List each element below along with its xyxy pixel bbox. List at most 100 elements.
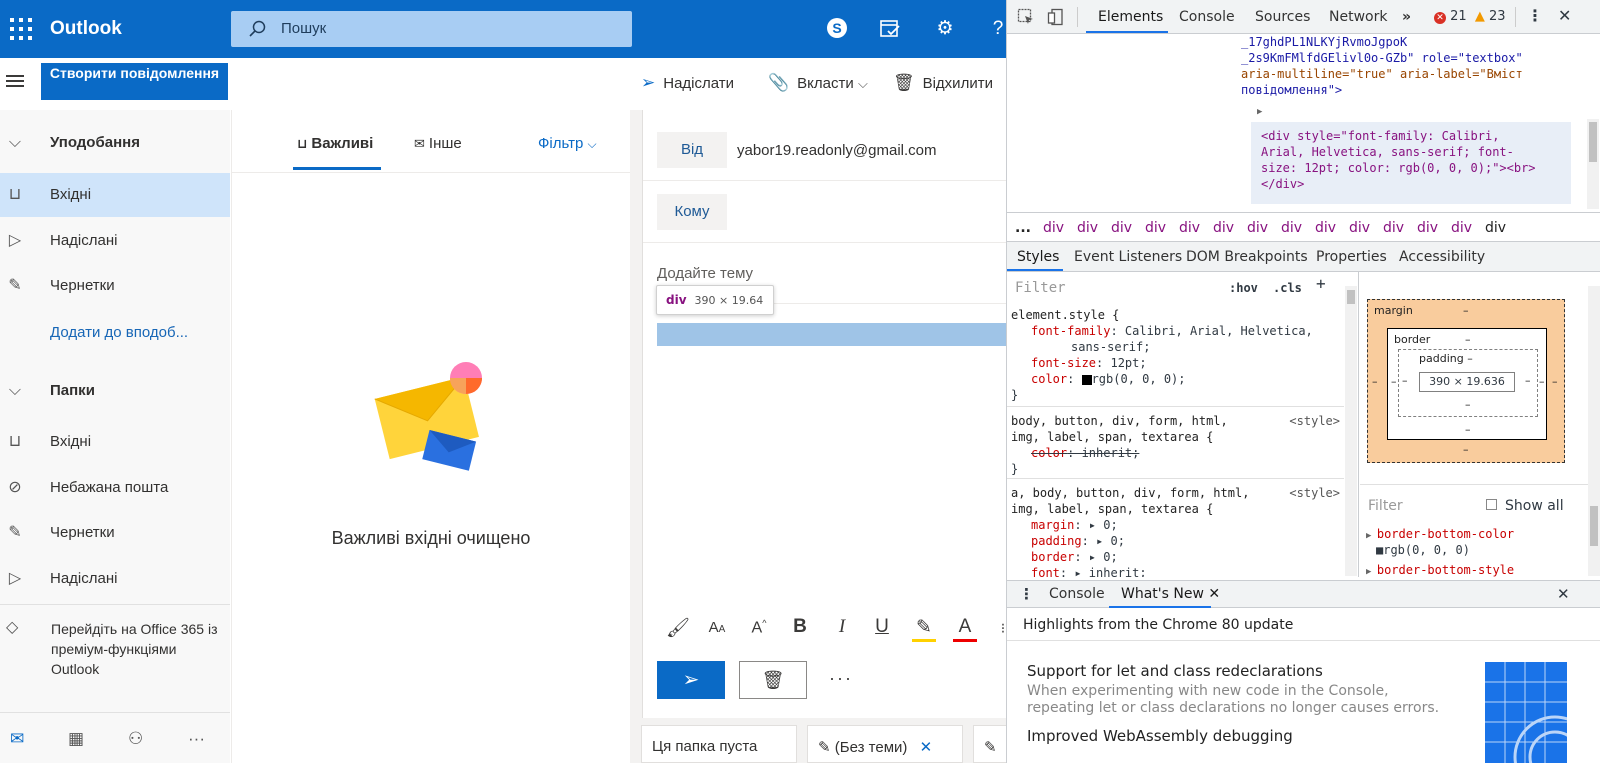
bold-icon[interactable]: B	[788, 616, 812, 638]
computed-property[interactable]: ▶ border-bottom-style	[1366, 562, 1514, 577]
mail-icon[interactable]: ✉	[10, 729, 24, 749]
tab-accessibility[interactable]: Accessibility	[1399, 249, 1485, 265]
folder-inbox[interactable]: ⊔ Вхідні	[0, 420, 230, 464]
favorite-sent[interactable]: ▷ Надіслані	[0, 219, 230, 263]
brand-title[interactable]: Outlook	[50, 18, 122, 40]
favorites-header[interactable]: ⌵ Уподобання	[0, 121, 230, 165]
device-toolbar-icon[interactable]	[1047, 8, 1065, 26]
draft-tab-no-subject[interactable]: ✎ (Без теми) ✕	[807, 725, 963, 763]
news-title[interactable]: Support for let and class redeclarations	[1027, 662, 1323, 680]
app-launcher-icon[interactable]	[10, 18, 32, 40]
computed-scrollbar[interactable]	[1588, 286, 1600, 576]
expand-arrow-icon[interactable]: ▶	[1257, 104, 1262, 120]
color-swatch[interactable]	[1081, 374, 1092, 385]
tab-sources[interactable]: Sources	[1255, 9, 1310, 25]
dom-line[interactable]: aria-multiline="true" aria-label="Вміст	[1241, 66, 1523, 82]
tab-other[interactable]: ✉ Інше	[414, 135, 462, 152]
box-model-border[interactable]: border – – – – padding – – – – 390 × 19.…	[1387, 328, 1547, 440]
more-apps-icon[interactable]: ···	[188, 729, 205, 749]
to-button[interactable]: Кому	[657, 194, 727, 230]
css-property[interactable]: padding: ▸ 0;	[1031, 533, 1344, 549]
box-model-padding[interactable]: padding – – – – 390 × 19.636	[1398, 349, 1538, 417]
from-button[interactable]: Від	[657, 132, 727, 168]
inspect-element-icon[interactable]	[1017, 8, 1035, 26]
dom-line[interactable]: size: 12pt; color: rgb(0, 0, 0);"><br>	[1261, 160, 1536, 176]
close-icon[interactable]: ✕	[920, 739, 933, 756]
drawer-tab-whats-new[interactable]: What's New ✕	[1121, 586, 1220, 602]
font-color-icon[interactable]: A	[953, 616, 977, 642]
highlight-icon[interactable]: ✎	[912, 616, 936, 642]
css-property[interactable]: border: ▸ 0;	[1031, 549, 1344, 565]
favorite-inbox[interactable]: ⊔ Вхідні	[0, 173, 230, 217]
dom-line[interactable]: </div>	[1261, 176, 1304, 192]
css-property[interactable]: font-size: 12pt;	[1031, 355, 1344, 371]
font-size-icon[interactable]: AA	[705, 619, 729, 636]
tab-elements[interactable]: Elements	[1098, 9, 1163, 25]
css-property[interactable]: font: ▸ inherit;	[1031, 565, 1344, 577]
favorite-drafts[interactable]: ✎ Чернетки	[0, 264, 230, 308]
tab-styles[interactable]: Styles	[1017, 249, 1059, 265]
attach-command[interactable]: 📎 Вкласти ⌵	[768, 73, 868, 93]
people-icon[interactable]: ⚇	[128, 729, 143, 749]
breadcrumb-item[interactable]: div	[1077, 220, 1098, 236]
new-rule-button[interactable]: +	[1316, 276, 1326, 292]
breadcrumb-item[interactable]: div	[1247, 220, 1268, 236]
folder-drafts[interactable]: ✎ Чернетки	[0, 511, 230, 555]
dom-scrollbar[interactable]	[1587, 119, 1599, 209]
css-property[interactable]: color: rgb(0, 0, 0);	[1031, 371, 1344, 387]
send-command[interactable]: ➢ Надіслати	[641, 73, 734, 93]
css-property[interactable]: margin: ▸ 0;	[1031, 517, 1344, 533]
breadcrumb-item[interactable]: div	[1179, 220, 1200, 236]
body-highlight[interactable]	[657, 323, 1006, 346]
settings-gear-icon[interactable]: ⚙	[933, 17, 957, 41]
more-options-button[interactable]: ···	[829, 668, 853, 689]
send-button[interactable]: ➢	[657, 661, 725, 699]
dom-line[interactable]: <div style="font-family: Calibri,	[1261, 128, 1499, 144]
calendar-check-icon[interactable]	[878, 17, 902, 41]
dom-line[interactable]: Arial, Helvetica, sans-serif; font-	[1261, 144, 1514, 160]
breadcrumb-item[interactable]: div	[1281, 220, 1302, 236]
add-favorite-link[interactable]: Додати до вподоб...	[0, 311, 230, 355]
drawer-menu-icon[interactable]: ⋮	[1019, 585, 1034, 603]
skype-icon[interactable]: S	[825, 17, 849, 41]
subject-input[interactable]: Додайте тему	[657, 265, 753, 282]
cls-toggle[interactable]: .cls	[1273, 280, 1302, 296]
breadcrumb-item[interactable]: div	[1111, 220, 1132, 236]
show-all-checkbox[interactable]	[1486, 499, 1497, 510]
help-icon[interactable]: ?	[986, 17, 1006, 41]
close-devtools-icon[interactable]: ✕	[1558, 6, 1571, 25]
breadcrumb-item[interactable]: ...	[1015, 220, 1031, 236]
breadcrumb-item[interactable]: div	[1383, 220, 1404, 236]
close-icon[interactable]: ✕	[1208, 586, 1220, 602]
dom-line[interactable]: _17ghdPL1NLKYjRvmoJgpoK	[1241, 34, 1407, 50]
tab-network[interactable]: Network	[1329, 9, 1387, 25]
tab-console[interactable]: Console	[1179, 9, 1235, 25]
tab-properties[interactable]: Properties	[1316, 249, 1387, 265]
draft-tab-empty[interactable]: Ця папка пуста	[641, 725, 797, 763]
issue-counter[interactable]: ✕ 21 ▲ 23	[1434, 9, 1506, 24]
drawer-tab-console[interactable]: Console	[1049, 586, 1105, 602]
more-tabs-button[interactable]: »	[1402, 9, 1411, 25]
filter-button[interactable]: Фільтр ⌵	[538, 135, 597, 152]
italic-icon[interactable]: I	[830, 616, 854, 638]
breadcrumb-item[interactable]: div	[1451, 220, 1472, 236]
tab-event-listeners[interactable]: Event Listeners	[1074, 249, 1182, 265]
css-property[interactable]: font-family: Calibri, Arial, Helvetica,	[1031, 323, 1344, 339]
styles-filter-input[interactable]: Filter	[1015, 280, 1066, 296]
upgrade-promo[interactable]: ◇ Перейдіть на Office 365 із преміум-фун…	[0, 604, 230, 712]
style-source-link[interactable]: <style>	[1289, 413, 1340, 429]
breadcrumb-item[interactable]: div	[1043, 220, 1064, 236]
css-property[interactable]: color: inherit;	[1011, 445, 1344, 461]
folder-sent[interactable]: ▷ Надіслані	[0, 557, 230, 601]
breadcrumb-item[interactable]: div	[1145, 220, 1166, 236]
hov-toggle[interactable]: :hov	[1229, 280, 1258, 296]
computed-filter-input[interactable]: Filter	[1368, 498, 1403, 514]
news-title[interactable]: Improved WebAssembly debugging	[1027, 727, 1293, 745]
style-source-link[interactable]: <style>	[1289, 485, 1340, 501]
discard-command[interactable]: 🗑 Відхилити	[893, 73, 993, 93]
search-box[interactable]: Пошук	[231, 11, 632, 47]
folders-header[interactable]: ⌵ Папки	[0, 369, 230, 413]
box-model-margin[interactable]: margin – – – – border – – – – padding – …	[1367, 299, 1565, 463]
breadcrumb-item[interactable]: div	[1485, 220, 1506, 236]
underline-icon[interactable]: U	[870, 616, 894, 638]
